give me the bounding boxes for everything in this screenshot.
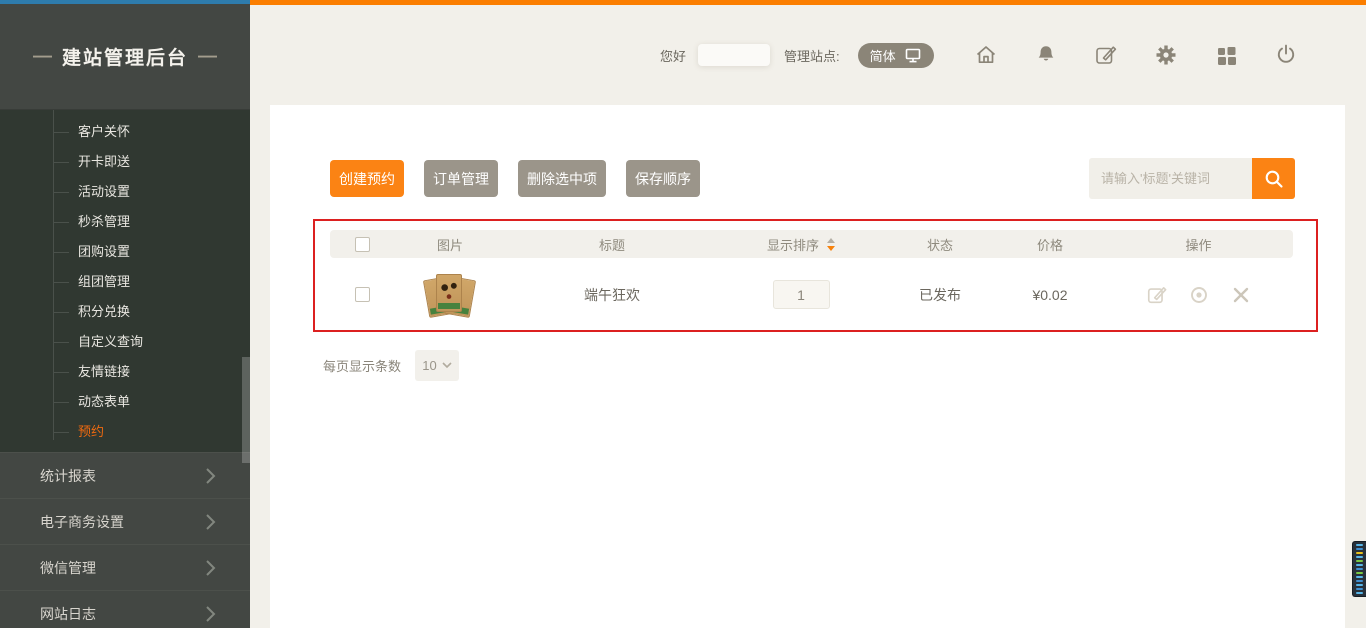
table-row: 端午狂欢 已发布 ¥0.02	[330, 258, 1293, 332]
toolbar: 创建预约 订单管理 删除选中项 保存顺序	[330, 160, 700, 197]
reservations-table: 图片 标题 显示排序 状态 价格 操作	[330, 230, 1293, 332]
delete-selected-button[interactable]: 删除选中项	[518, 160, 606, 197]
header-icon-row	[974, 43, 1298, 67]
chevron-right-icon	[205, 559, 216, 577]
content-panel: 创建预约 订单管理 删除选中项 保存顺序 图片 标题 显示排序	[270, 105, 1345, 628]
col-status: 状态	[884, 235, 996, 254]
per-page-label: 每页显示条数	[323, 356, 401, 375]
greeting-text: 您好	[660, 46, 686, 65]
chevron-right-icon	[205, 605, 216, 623]
edit-icon[interactable]	[1146, 284, 1168, 306]
app-title: 建站管理后台	[62, 43, 188, 70]
username-redacted	[698, 44, 770, 66]
sidebar: — 建站管理后台 — 客户关怀 开卡即送 活动设置 秒杀管理 团购设置 组团管理…	[0, 4, 250, 628]
table-header: 图片 标题 显示排序 状态 价格 操作	[330, 230, 1293, 258]
search-button[interactable]	[1252, 158, 1295, 199]
product-image	[424, 272, 476, 318]
row-status: 已发布	[884, 285, 996, 305]
gear-icon[interactable]	[1154, 43, 1178, 67]
col-price: 价格	[996, 235, 1104, 254]
apps-grid-icon[interactable]	[1214, 43, 1238, 67]
sidebar-item-customer-care[interactable]: 客户关怀	[0, 117, 250, 147]
chevron-right-icon	[205, 467, 216, 485]
sidebar-item-seckill[interactable]: 秒杀管理	[0, 207, 250, 237]
sidebar-group-ecommerce-settings[interactable]: 电子商务设置	[0, 498, 250, 544]
minimap-widget[interactable]	[1352, 541, 1366, 597]
monitor-icon	[904, 47, 922, 64]
delete-x-icon[interactable]	[1230, 284, 1252, 306]
sort-up-icon	[827, 238, 835, 243]
sidebar-scrollbar-thumb[interactable]	[242, 357, 250, 463]
manage-site-label: 管理站点:	[784, 46, 840, 65]
create-reservation-button[interactable]: 创建预约	[330, 160, 404, 197]
chevron-right-icon	[205, 513, 216, 531]
sort-toggle[interactable]	[827, 238, 835, 251]
search-box	[1089, 158, 1295, 199]
home-icon[interactable]	[974, 43, 998, 67]
row-checkbox[interactable]	[355, 287, 370, 302]
sidebar-item-activity-settings[interactable]: 活动设置	[0, 177, 250, 207]
sidebar-item-groupbuy-settings[interactable]: 团购设置	[0, 237, 250, 267]
col-sort-order: 显示排序	[718, 235, 884, 254]
save-order-button[interactable]: 保存顺序	[626, 160, 700, 197]
title-dash-left: —	[33, 46, 52, 68]
sidebar-group-wechat-management[interactable]: 微信管理	[0, 544, 250, 590]
top-header: 您好 管理站点: 简体	[660, 5, 1298, 105]
sidebar-item-card-gift[interactable]: 开卡即送	[0, 147, 250, 177]
sort-down-icon	[827, 246, 835, 251]
sidebar-item-friend-links[interactable]: 友情链接	[0, 357, 250, 387]
row-title: 端午狂欢	[506, 285, 718, 305]
sidebar-item-points-exchange[interactable]: 积分兑换	[0, 297, 250, 327]
edit-icon[interactable]	[1094, 43, 1118, 67]
sidebar-item-group-management[interactable]: 组团管理	[0, 267, 250, 297]
sidebar-group-statistics[interactable]: 统计报表	[0, 452, 250, 498]
order-management-button[interactable]: 订单管理	[424, 160, 498, 197]
select-all-checkbox[interactable]	[355, 237, 370, 252]
search-input[interactable]	[1089, 158, 1252, 199]
chevron-down-icon	[442, 362, 452, 369]
sidebar-title-block: — 建站管理后台 —	[0, 4, 250, 110]
power-icon[interactable]	[1274, 43, 1298, 67]
sort-order-input[interactable]	[773, 280, 830, 309]
sidebar-submenu: 客户关怀 开卡即送 活动设置 秒杀管理 团购设置 组团管理 积分兑换 自定义查询…	[0, 110, 250, 452]
magnifier-icon	[1263, 168, 1285, 190]
sidebar-groups: 统计报表 电子商务设置 微信管理 网站日志	[0, 452, 250, 628]
screen: — 建站管理后台 — 客户关怀 开卡即送 活动设置 秒杀管理 团购设置 组团管理…	[0, 0, 1366, 628]
sidebar-item-reservation[interactable]: 预约	[0, 417, 250, 447]
col-actions: 操作	[1104, 235, 1293, 254]
row-price: ¥0.02	[996, 287, 1104, 303]
pagination: 每页显示条数 10	[323, 350, 459, 381]
preview-eye-icon[interactable]	[1188, 284, 1210, 306]
per-page-select[interactable]: 10	[415, 350, 459, 381]
language-site-button[interactable]: 简体	[858, 43, 934, 68]
col-image: 图片	[394, 235, 506, 254]
row-actions	[1146, 284, 1252, 306]
title-dash-right: —	[198, 46, 217, 68]
sidebar-item-custom-query[interactable]: 自定义查询	[0, 327, 250, 357]
sidebar-group-site-logs[interactable]: 网站日志	[0, 590, 250, 628]
col-title: 标题	[506, 235, 718, 254]
sidebar-item-dynamic-forms[interactable]: 动态表单	[0, 387, 250, 417]
bell-icon[interactable]	[1034, 43, 1058, 67]
